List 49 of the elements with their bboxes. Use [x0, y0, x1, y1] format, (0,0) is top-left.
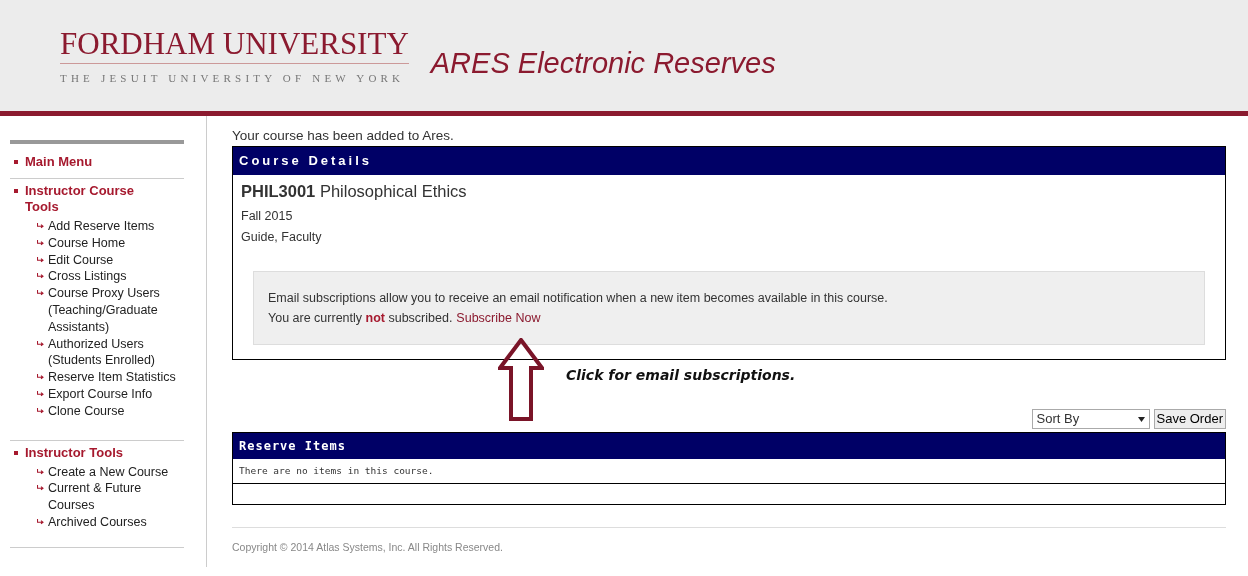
course-instructor: Guide, Faculty [241, 229, 323, 247]
sidebar-section-link[interactable]: Main Menu [25, 154, 93, 170]
arrow-icon [37, 340, 44, 347]
sidebar-link[interactable]: Course Proxy Users (Teaching/Graduate Assistants) [48, 285, 180, 336]
annotation-text: Click for email subscriptions. [566, 365, 796, 385]
sidebar-section-link[interactable]: Instructor Tools [25, 444, 123, 461]
sidebar-link[interactable]: Cross Listings [48, 268, 127, 286]
subscription-info: Email subscriptions allow you to receive an email notification when a new item becomes available in this course. [268, 290, 889, 307]
arrow-icon [37, 374, 44, 381]
sidebar-link[interactable]: Course Home [48, 234, 126, 252]
subscribe-link[interactable]: Subscribe Now [456, 308, 541, 328]
caret-icon [1137, 416, 1145, 422]
sidebar-link[interactable]: Archived Courses [48, 513, 147, 531]
university-logo-text: FORDHAM UNIVERSITY [60, 28, 409, 64]
subscription-status: You are currently not subscribed. [268, 310, 453, 327]
tagline: THE JESUIT UNIVERSITY OF NEW YORK [60, 71, 406, 86]
bullet-icon [14, 160, 18, 164]
arrow-icon [37, 485, 44, 492]
sidebar-link[interactable]: Add Reserve Items [48, 218, 155, 235]
arrow-icon [37, 290, 44, 297]
sidebar-link[interactable]: Export Course Info [48, 385, 153, 403]
course-term: Fall 2015 [241, 207, 294, 225]
panel-header: Course Details [233, 147, 1225, 175]
arrow-icon [37, 273, 44, 280]
arrow-icon [37, 518, 44, 525]
empty-message: There are no items in this course. [233, 459, 1225, 485]
sidebar-link[interactable]: Clone Course [48, 402, 125, 420]
sidebar-link[interactable]: Authorized Users (Students Enrolled) [48, 335, 180, 370]
up-arrow-icon [498, 338, 544, 422]
app-title: ARES Electronic Reserves [430, 46, 776, 81]
arrow-icon [37, 407, 44, 414]
sidebar-link[interactable]: Reserve Item Statistics [48, 369, 176, 386]
bullet-icon [14, 189, 18, 193]
bullet-icon [14, 450, 18, 455]
arrow-icon [37, 390, 44, 397]
status-message: Your course has been added to Ares. [232, 127, 455, 145]
sort-dropdown[interactable]: Sort By [1031, 409, 1150, 429]
arrow-icon [37, 223, 44, 229]
arrow-icon [37, 468, 44, 475]
copyright-text: Copyright © 2014 Atlas Systems, Inc. All Rights Reserved. [232, 527, 1226, 556]
sidebar-link[interactable]: Create a New Course [48, 463, 169, 481]
course-title: PHIL3001 Philosophical Ethics [241, 180, 468, 202]
panel-header: Reserve Items [233, 433, 1225, 459]
sidebar-section-link[interactable]: Instructor Course Tools [25, 183, 147, 215]
sidebar-link[interactable]: Edit Course [48, 251, 114, 269]
sidebar-link[interactable]: Current & Future Courses [48, 480, 180, 514]
save-order-button[interactable]: Save Order [1153, 409, 1226, 429]
arrow-icon [37, 256, 44, 263]
arrow-icon [37, 239, 44, 246]
